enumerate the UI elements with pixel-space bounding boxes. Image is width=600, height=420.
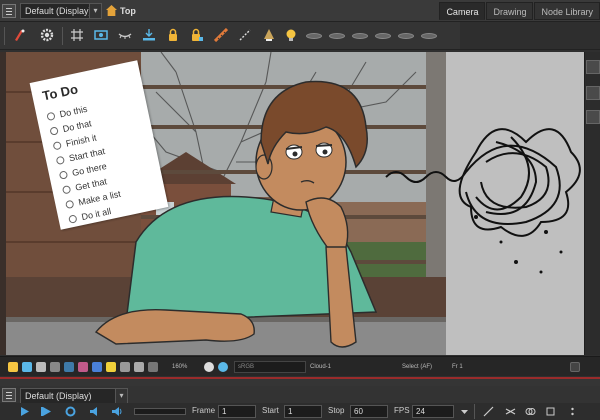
playback-speed-slider[interactable] [134,408,186,415]
viewport-side-panel [584,52,600,355]
timeline-menu-icon[interactable] [2,388,16,402]
tab-node-library[interactable]: Node Library [534,2,600,20]
view-icon[interactable] [92,362,102,372]
view-title-bar: Default (Display) ▾ Top Camera Drawing Nod… [0,0,600,22]
breadcrumb-top: Top [120,6,136,16]
link-icon[interactable] [524,405,537,418]
view-menu-icon[interactable] [2,4,16,18]
render-icon[interactable] [134,362,144,372]
onion-skin-icon[interactable] [118,28,132,42]
more-icon[interactable] [566,405,579,418]
lock-icon[interactable] [166,28,180,42]
pill-icon[interactable] [352,33,368,39]
pill-icon[interactable] [306,33,322,39]
pill-icon[interactable] [329,33,345,39]
playback-toolbar: Frame 1 Start 1 Stop 60 FPS 24 [0,403,600,420]
expand-icon[interactable] [570,362,580,372]
lock-all-icon[interactable] [190,28,204,42]
preview-icon[interactable] [148,362,158,372]
checkbox-circle-icon [61,184,72,194]
pill-icon[interactable] [398,33,414,39]
settings-icon[interactable] [204,362,214,372]
timeline-display-value: Default (Display) [25,391,92,401]
todo-item-label: Do it all [80,205,112,222]
home-icon [106,5,117,16]
play-icon[interactable] [18,405,31,418]
reset-view-icon[interactable] [120,362,130,372]
checkbox-circle-icon [58,169,69,180]
checkbox-circle-icon [55,155,65,165]
lightbulb-icon[interactable] [284,28,298,42]
drawing-name: Cloud-1 [310,364,332,370]
viewport-status-bar: 160% sRGB Cloud-1 Select (AF) Fr 1 [0,356,600,376]
view-tabs: Camera Drawing Node Library [438,2,600,22]
sound-icon[interactable] [88,405,101,418]
light-icon[interactable] [262,28,276,42]
checkbox-circle-icon [52,140,62,150]
fps-label: FPS [394,406,410,415]
lightbulb-icon[interactable] [8,362,18,372]
breadcrumb[interactable]: Top [106,3,136,19]
side-tool-icon[interactable] [586,110,600,124]
camera-toolbar [0,22,460,50]
start-field[interactable]: 1 [284,405,322,418]
lightning-icon[interactable] [106,362,116,372]
stack-icon[interactable] [586,86,600,100]
chevron-down-icon: ▾ [115,389,127,403]
toolbar-separator [62,27,63,45]
color-wheel-icon[interactable] [218,362,228,372]
pill-icon[interactable] [421,33,437,39]
layer-toggle-icon[interactable] [22,362,32,372]
zoom-level[interactable]: 160% [172,357,187,377]
fps-dropdown-icon[interactable] [458,405,471,418]
ground-icon[interactable] [142,28,156,42]
text-icon[interactable] [64,362,74,372]
gear-icon[interactable] [40,28,54,42]
safe-area-icon[interactable] [50,362,60,372]
ruler-icon[interactable] [214,28,228,42]
checkbox-circle-icon [67,213,78,224]
selection-status: Select (AF) [402,364,433,370]
frame-status: Fr 1 [452,364,463,370]
stop-label: Stop [328,406,345,415]
stop-field[interactable]: 60 [350,405,388,418]
toolbar-overflow [460,22,600,50]
tab-drawing[interactable]: Drawing [486,2,534,20]
line-tool-icon[interactable] [482,405,495,418]
checkbox-circle-icon [46,111,56,121]
line-icon[interactable] [238,28,252,42]
toolbar-separator [474,404,475,419]
fps-field[interactable]: 24 [412,405,454,418]
camera-mask-icon[interactable] [94,28,108,42]
camera-viewport[interactable]: To Do Do this Do that Finish it Start that G… [6,52,584,355]
play-selection-icon[interactable] [40,405,53,418]
checkbox-circle-icon [64,199,75,209]
display-selector-value: Default (Display) [25,6,92,16]
keyframe-icon[interactable] [544,405,557,418]
color-icon[interactable] [78,362,88,372]
tab-camera[interactable]: Camera [439,2,486,20]
pill-icon[interactable] [375,33,391,39]
color-space-field[interactable]: sRGB [234,361,306,373]
sound-scrub-icon[interactable] [110,405,123,418]
grid-icon[interactable] [70,28,84,42]
pen-tool-icon[interactable] [12,28,26,42]
frame-label: Frame [192,406,216,415]
loop-icon[interactable] [64,405,77,418]
start-label: Start [262,406,279,415]
timeline-display-selector[interactable]: Default (Display) ▾ [20,388,128,404]
toolbar-grip [4,27,5,45]
frame-field[interactable]: 1 [218,405,256,418]
layers-icon[interactable] [586,60,600,74]
display-selector[interactable]: Default (Display) ▾ [20,3,102,19]
onion-skin-timeline-icon[interactable] [504,405,517,418]
harmony-window: Default (Display) ▾ Top Camera Drawing Nod… [0,0,600,420]
todo-list: Do this Do that Finish it Start that Go ther… [45,91,158,227]
chevron-down-icon: ▾ [89,4,101,18]
checkbox-circle-icon [49,125,59,136]
panel-divider[interactable] [0,377,600,386]
frame-icon[interactable] [36,362,46,372]
